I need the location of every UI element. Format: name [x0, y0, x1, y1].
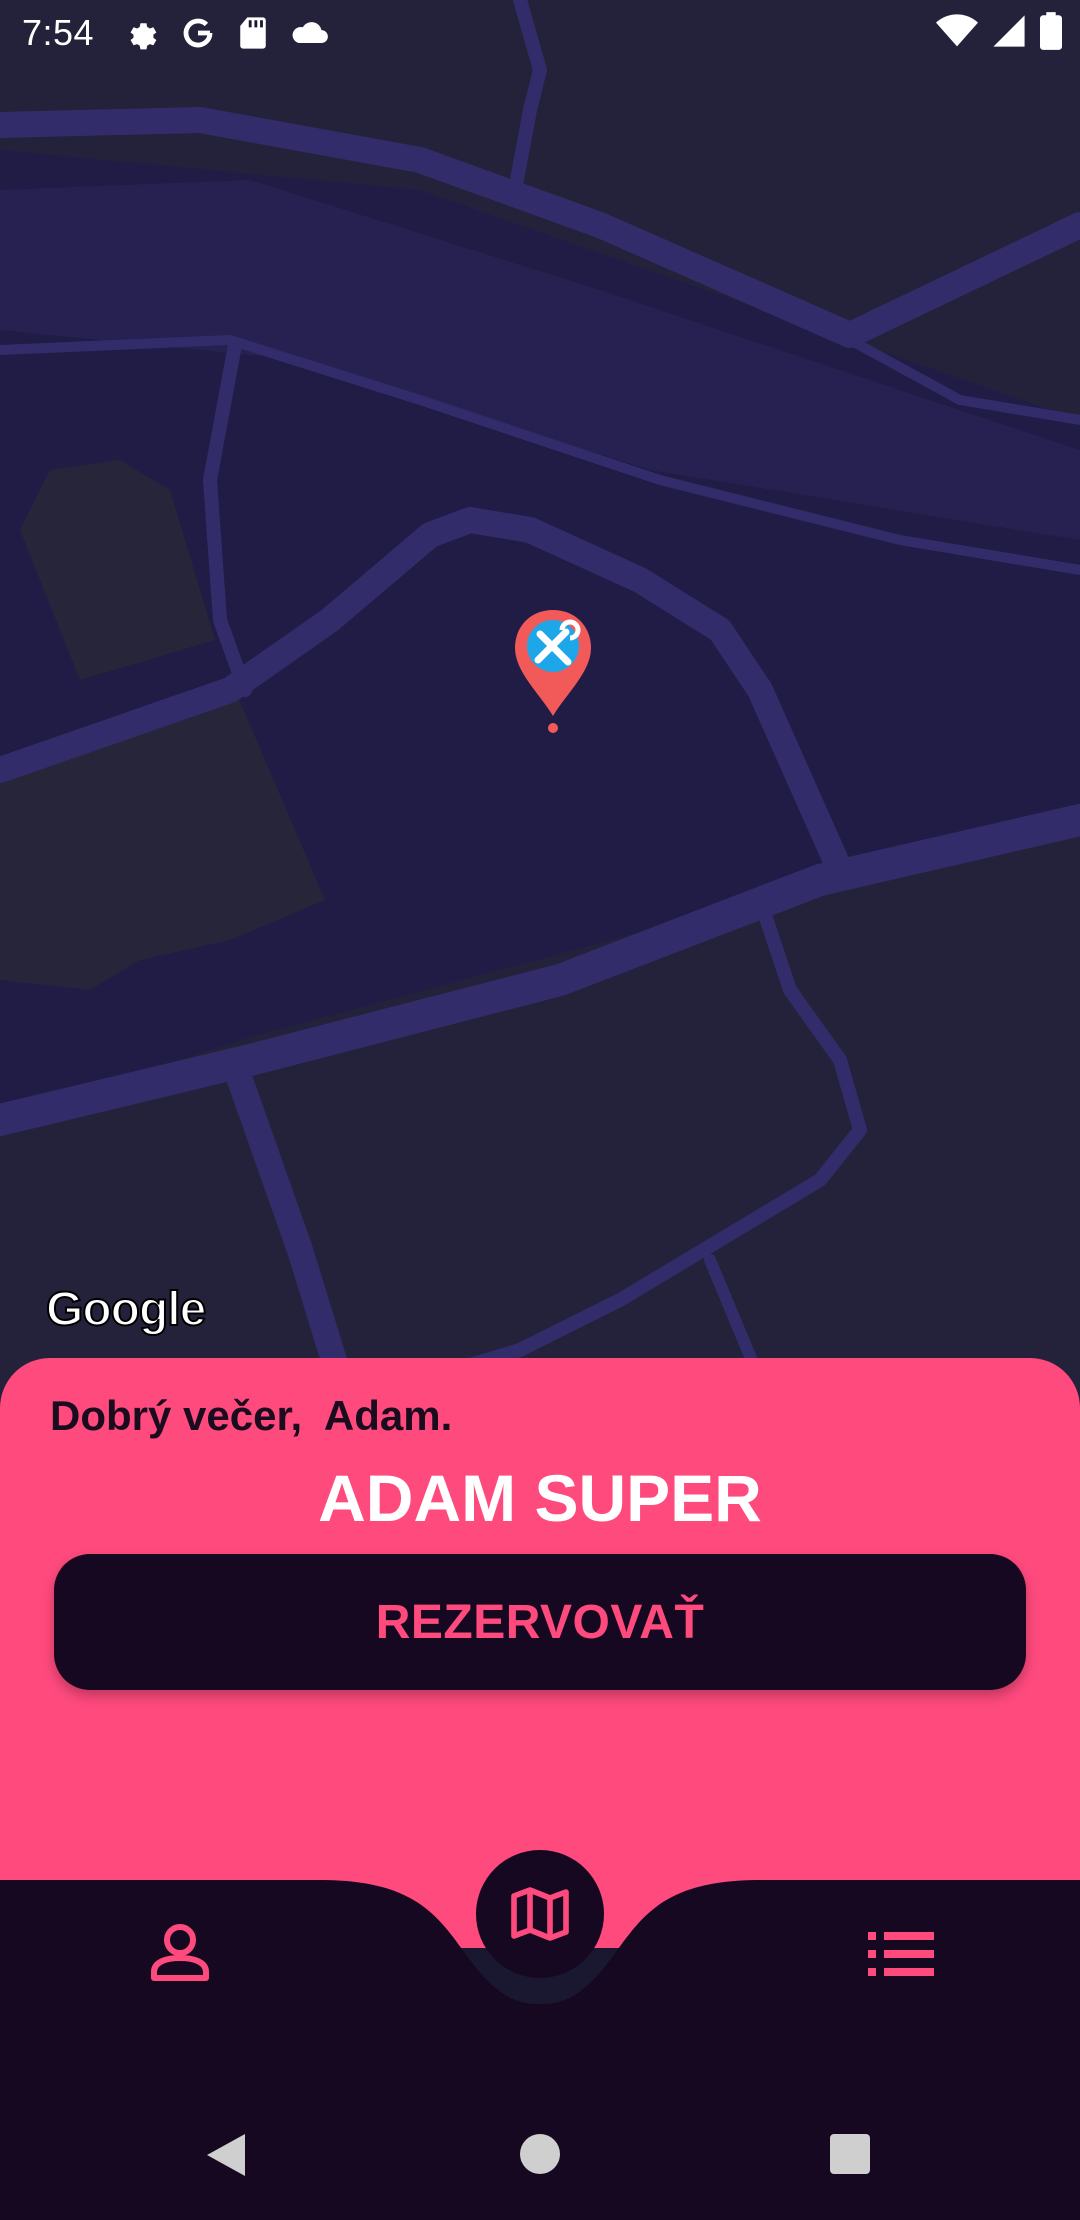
- status-time: 7:54: [22, 12, 95, 53]
- status-bar: 7:54: [0, 0, 1080, 66]
- sd-card-icon: [240, 17, 266, 49]
- wifi-icon: [936, 14, 978, 47]
- back-icon[interactable]: [205, 2132, 247, 2178]
- map-icon: [511, 1887, 569, 1941]
- google-attribution: Google: [45, 1282, 207, 1337]
- list-icon[interactable]: [868, 1932, 934, 1976]
- person-icon[interactable]: [148, 1920, 212, 1984]
- cell-signal-icon: [993, 15, 1025, 47]
- user-name: ADAM SUPER: [318, 1461, 762, 1535]
- gear-icon: [130, 23, 157, 50]
- reserve-button[interactable]: REZERVOVAŤ: [54, 1554, 1026, 1690]
- home-icon[interactable]: [520, 2134, 560, 2174]
- battery-icon: [1040, 12, 1062, 50]
- map-nav-button[interactable]: [476, 1850, 604, 1978]
- bottom-navigation: [0, 1850, 1080, 2090]
- recents-icon[interactable]: [830, 2134, 870, 2174]
- greeting-text: Dobrý večer, Adam.: [50, 1392, 453, 1439]
- google-g-icon: [183, 18, 213, 48]
- cloud-icon: [292, 22, 328, 43]
- system-navigation-bar: [0, 2090, 1080, 2220]
- tools-pin-icon[interactable]: [512, 608, 594, 734]
